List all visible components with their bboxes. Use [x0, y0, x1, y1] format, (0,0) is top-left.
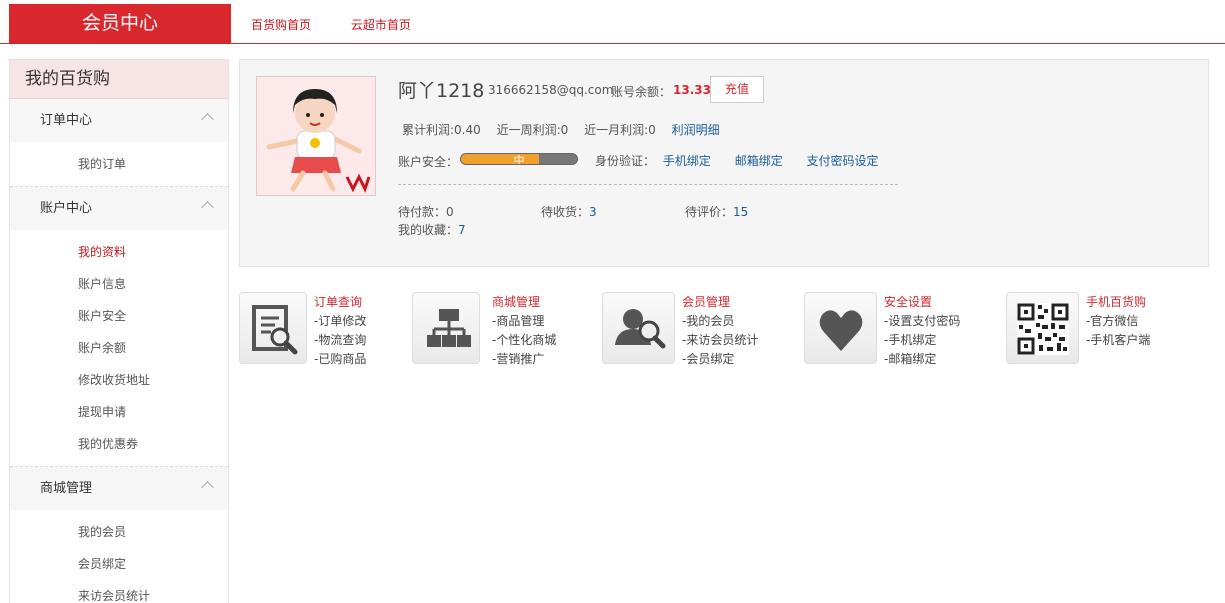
security-level-text: 中 [513, 154, 525, 165]
quick-link-item[interactable]: -邮箱绑定 [884, 350, 960, 369]
pending-receipt[interactable]: 待收货：3 [541, 203, 597, 220]
sidebar-item-my-members[interactable]: 我的会员 [10, 516, 228, 548]
payment-password-link[interactable]: 支付密码设定 [807, 154, 879, 168]
sidebar-item-account-security[interactable]: 账户安全 [10, 300, 228, 332]
quick-link-item[interactable]: -会员绑定 [682, 350, 758, 369]
document-search-icon[interactable] [239, 292, 307, 364]
phone-binding-link[interactable]: 手机绑定 [663, 154, 711, 168]
quick-link-member-management[interactable]: 会员管理 -我的会员 -来访会员统计 -会员绑定 [602, 292, 782, 366]
quick-link-item[interactable]: -来访会员统计 [682, 331, 758, 350]
sidebar-group-account[interactable]: 账户中心 [10, 187, 228, 230]
profile-panel: 阿丫1218 316662158@qq.com 账号余额： 13.33 充值 累… [239, 59, 1209, 267]
sidebar-item-account-info[interactable]: 账户信息 [10, 268, 228, 300]
sidebar-title: 我的百货购 [10, 60, 228, 99]
divider [398, 184, 898, 185]
user-search-icon[interactable] [602, 292, 675, 364]
brand-title[interactable]: 会员中心 [9, 4, 231, 43]
pending-receipt-count: 3 [589, 205, 597, 219]
quick-link-item[interactable]: -设置支付密码 [884, 312, 960, 331]
quick-link-text: 手机百货购 -官方微信 -手机客户端 [1086, 293, 1150, 350]
quick-link-order-query[interactable]: 订单查询 -订单修改 -物流查询 -已购商品 [239, 292, 399, 366]
org-chart-icon[interactable] [412, 292, 480, 364]
sidebar-item-account-balance[interactable]: 账户余额 [10, 332, 228, 364]
avatar[interactable] [256, 76, 376, 196]
quick-link-text: 会员管理 -我的会员 -来访会员统计 -会员绑定 [682, 293, 758, 369]
security-label: 账户安全： [398, 155, 459, 169]
email-binding-link[interactable]: 邮箱绑定 [735, 154, 783, 168]
pending-payment-label: 待付款： [398, 205, 447, 219]
quick-link-item[interactable]: -订单修改 [314, 312, 366, 331]
quick-link-item[interactable]: -官方微信 [1086, 312, 1150, 331]
month-profit: 近一月利润:0 [584, 123, 656, 137]
top-bar: 会员中心 百货购首页 云超市首页 [0, 0, 1225, 44]
chevron-up-icon[interactable] [201, 481, 214, 494]
sidebar-group-account-list: 我的资料 账户信息 账户安全 账户余额 修改收货地址 提现申请 我的优惠券 [10, 230, 228, 467]
sidebar-item-member-binding[interactable]: 会员绑定 [10, 548, 228, 580]
sidebar-item-withdraw[interactable]: 提现申请 [10, 396, 228, 428]
quick-link-title[interactable]: 安全设置 [884, 293, 960, 312]
quick-link-text: 订单查询 -订单修改 -物流查询 -已购商品 [314, 293, 366, 369]
quick-link-item[interactable]: -手机绑定 [884, 331, 960, 350]
recharge-button[interactable]: 充值 [710, 76, 764, 103]
chevron-up-icon[interactable] [201, 201, 214, 214]
sidebar-item-coupons[interactable]: 我的优惠券 [10, 428, 228, 460]
quick-link-item[interactable]: -个性化商城 [492, 331, 556, 350]
profit-stats: 累计利润:0.40 近一周利润:0 近一月利润:0 利润明细 [402, 121, 720, 138]
nav-cloud-supermarket-home[interactable]: 云超市首页 [351, 18, 411, 32]
sidebar-group-label: 账户中心 [40, 201, 93, 216]
sidebar-group-orders[interactable]: 订单中心 [10, 99, 228, 142]
avatar-image [257, 77, 375, 195]
sidebar-item-my-orders[interactable]: 我的订单 [10, 148, 228, 180]
qr-code-icon[interactable] [1006, 292, 1079, 364]
pending-payment[interactable]: 待付款：0 [398, 203, 454, 220]
username: 阿丫1218 [398, 80, 485, 102]
pending-review-count: 15 [733, 205, 749, 219]
pending-receipt-label: 待收货： [541, 205, 590, 219]
profit-detail-link[interactable]: 利润明细 [672, 123, 720, 137]
pending-payment-count: 0 [446, 205, 454, 219]
quick-link-text: 商城管理 -商品管理 -个性化商城 -营销推广 [492, 293, 556, 369]
total-profit: 累计利润:0.40 [402, 123, 481, 137]
pending-review[interactable]: 待评价：15 [685, 203, 748, 220]
security-level-bar: 中 [460, 153, 578, 165]
quick-link-security-settings[interactable]: 安全设置 -设置支付密码 -手机绑定 -邮箱绑定 [804, 292, 984, 366]
chevron-up-icon[interactable] [201, 113, 214, 126]
heart-icon[interactable] [804, 292, 877, 364]
quick-link-item[interactable]: -我的会员 [682, 312, 758, 331]
sidebar-group-mall-list: 我的会员 会员绑定 来访会员统计 [10, 510, 228, 603]
user-email: 316662158@qq.com [488, 83, 614, 97]
security-row: 账户安全： 中 身份验证： 手机绑定 邮箱绑定 支付密码设定 [398, 153, 918, 173]
quick-link-item[interactable]: -营销推广 [492, 350, 556, 369]
sidebar-group-label: 商城管理 [40, 481, 93, 496]
quick-link-item[interactable]: -物流查询 [314, 331, 366, 350]
sidebar-group-orders-list: 我的订单 [10, 142, 228, 187]
favorites-label: 我的收藏： [398, 223, 459, 237]
quick-link-title[interactable]: 商城管理 [492, 293, 556, 312]
sidebar: 我的百货购 订单中心 我的订单 账户中心 我的资料 账户信息 账户安全 账户余额… [9, 59, 229, 603]
balance-label: 账号余额： [611, 85, 672, 99]
pending-review-label: 待评价： [685, 205, 734, 219]
favorites-count: 7 [458, 223, 466, 237]
quick-link-item[interactable]: -已购商品 [314, 350, 366, 369]
verify-label: 身份验证： [595, 154, 656, 168]
quick-link-title[interactable]: 会员管理 [682, 293, 758, 312]
favorites[interactable]: 我的收藏：7 [398, 221, 466, 238]
sidebar-item-shipping-address[interactable]: 修改收货地址 [10, 364, 228, 396]
week-profit: 近一周利润:0 [496, 123, 569, 137]
top-nav: 百货购首页 云超市首页 [251, 16, 447, 33]
sidebar-group-label: 订单中心 [40, 113, 93, 128]
sidebar-item-visitor-stats[interactable]: 来访会员统计 [10, 580, 228, 603]
nav-department-store-home[interactable]: 百货购首页 [251, 18, 311, 32]
sidebar-group-mall[interactable]: 商城管理 [10, 467, 228, 510]
quick-link-item[interactable]: -商品管理 [492, 312, 556, 331]
quick-link-text: 安全设置 -设置支付密码 -手机绑定 -邮箱绑定 [884, 293, 960, 369]
quick-link-mobile-app[interactable]: 手机百货购 -官方微信 -手机客户端 [1006, 292, 1176, 366]
identity-verify: 身份验证： 手机绑定 邮箱绑定 支付密码设定 [595, 152, 879, 169]
quick-link-mall-management[interactable]: 商城管理 -商品管理 -个性化商城 -营销推广 [412, 292, 582, 366]
quick-link-title[interactable]: 订单查询 [314, 293, 366, 312]
quick-link-item[interactable]: -手机客户端 [1086, 331, 1150, 350]
balance-value: 13.33 [673, 83, 711, 97]
sidebar-item-my-profile[interactable]: 我的资料 [10, 236, 228, 268]
quick-link-title[interactable]: 手机百货购 [1086, 293, 1150, 312]
